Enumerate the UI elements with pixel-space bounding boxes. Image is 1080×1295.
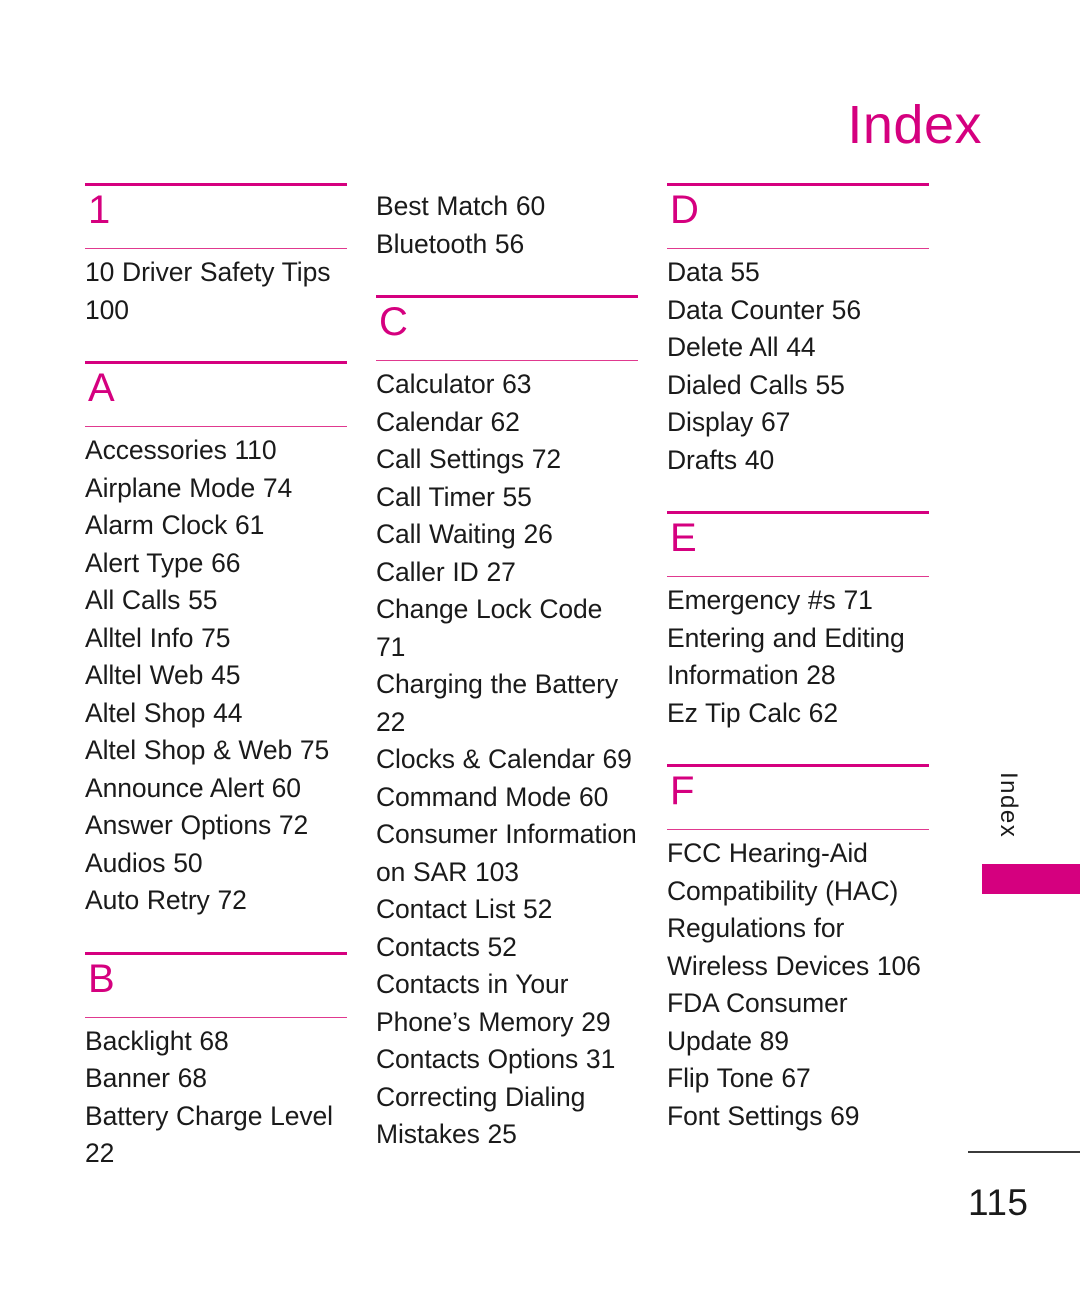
- index-entry[interactable]: Dialed Calls 55: [667, 367, 929, 405]
- index-column: Best Match 60 Bluetooth 56 C Calculator 63 C…: [376, 183, 638, 1164]
- index-entry[interactable]: Answer Options 72: [85, 807, 347, 845]
- index-entry[interactable]: Contacts in Your Phone’s Memory 29: [376, 966, 638, 1041]
- index-entry-list: Data 55 Data Counter 56 Delete All 44 Diale…: [667, 249, 929, 479]
- index-entry[interactable]: Audios 50: [85, 845, 347, 883]
- index-entry[interactable]: Caller ID 27: [376, 554, 638, 592]
- index-entry[interactable]: Command Mode 60: [376, 779, 638, 817]
- index-entry[interactable]: Banner 68: [85, 1060, 347, 1098]
- index-entry-list: Calculator 63 Calendar 62 Call Settings 72…: [376, 361, 638, 1154]
- index-entry[interactable]: Airplane Mode 74: [85, 470, 347, 508]
- index-section-letter: B: [88, 956, 115, 1001]
- index-section-letter: 1: [88, 188, 111, 232]
- index-entry-list: Backlight 68 Banner 68 Battery Charge Leve…: [85, 1018, 347, 1173]
- index-entry-list: Emergency #s 71 Entering and Editing Info…: [667, 577, 929, 732]
- index-columns: 1 10 Driver Safety Tips 100 A Accessories 1…: [85, 183, 930, 1183]
- index-entry[interactable]: Alarm Clock 61: [85, 507, 347, 545]
- index-section-letter: E: [670, 516, 697, 560]
- index-entry[interactable]: Correcting Dialing Mistakes 25: [376, 1079, 638, 1154]
- folio-rule: [968, 1151, 1080, 1153]
- index-section: F FCC Hearing-Aid Compatibility (HAC) Reg…: [667, 764, 929, 1145]
- index-entry[interactable]: Change Lock Code 71: [376, 591, 638, 666]
- index-section-letter: F: [670, 769, 695, 813]
- index-entry[interactable]: Alltel Info 75: [85, 620, 347, 658]
- index-section-letter: D: [670, 188, 699, 232]
- index-section-header: 1: [85, 183, 347, 249]
- index-section: A Accessories 110 Airplane Mode 74 Alarm Cl…: [85, 361, 347, 930]
- index-column: D Data 55 Data Counter 56 Delete All 44 Dial…: [667, 183, 929, 1145]
- index-entry[interactable]: Call Settings 72: [376, 441, 638, 479]
- index-entry[interactable]: Drafts 40: [667, 442, 929, 480]
- index-entry[interactable]: Calendar 62: [376, 404, 638, 442]
- index-entry-list: Best Match 60 Bluetooth 56: [376, 183, 638, 263]
- index-entry[interactable]: Consumer Information on SAR 103: [376, 816, 638, 891]
- index-entry[interactable]: Call Waiting 26: [376, 516, 638, 554]
- index-entry[interactable]: Display 67: [667, 404, 929, 442]
- index-column: 1 10 Driver Safety Tips 100 A Accessories 1…: [85, 183, 347, 1183]
- index-entry[interactable]: Contact List 52: [376, 891, 638, 929]
- index-entry[interactable]: Alltel Web 45: [85, 657, 347, 695]
- index-entry[interactable]: Emergency #s 71: [667, 582, 929, 620]
- index-section: D Data 55 Data Counter 56 Delete All 44 Dial…: [667, 183, 929, 489]
- index-section-header: B: [85, 951, 347, 1018]
- index-entry[interactable]: Battery Charge Level 22: [85, 1098, 347, 1173]
- index-entry[interactable]: Best Match 60: [376, 188, 638, 226]
- index-entry[interactable]: Charging the Battery 22: [376, 666, 638, 741]
- index-entry[interactable]: All Calls 55: [85, 582, 347, 620]
- index-entry[interactable]: Altel Shop 44: [85, 695, 347, 733]
- index-entry[interactable]: Ez Tip Calc 62: [667, 695, 929, 733]
- index-section-letter: C: [379, 300, 408, 344]
- side-tab-label: Index: [995, 772, 1022, 839]
- index-entry[interactable]: Bluetooth 56: [376, 226, 638, 264]
- index-section-letter: A: [88, 366, 115, 410]
- index-section: 1 10 Driver Safety Tips 100: [85, 183, 347, 339]
- index-entry[interactable]: FDA Consumer Update 89: [667, 985, 929, 1060]
- index-section-header: E: [667, 511, 929, 577]
- index-entry[interactable]: Flip Tone 67: [667, 1060, 929, 1098]
- index-entry-list: FCC Hearing-Aid Compatibility (HAC) Regu…: [667, 830, 929, 1135]
- index-entry[interactable]: Auto Retry 72: [85, 882, 347, 920]
- index-entry[interactable]: 10 Driver Safety Tips 100: [85, 254, 347, 329]
- index-entry[interactable]: Calculator 63: [376, 366, 638, 404]
- index-section-header: D: [667, 183, 929, 249]
- index-entry[interactable]: Contacts 52: [376, 929, 638, 967]
- side-tab-block: [982, 864, 1080, 894]
- index-entry[interactable]: Call Timer 55: [376, 479, 638, 517]
- index-entry-list: 10 Driver Safety Tips 100: [85, 249, 347, 329]
- page-title: Index: [847, 95, 982, 156]
- index-entry[interactable]: Delete All 44: [667, 329, 929, 367]
- index-section: B Backlight 68 Banner 68 Battery Charge Lev…: [85, 951, 347, 1183]
- index-entry[interactable]: Backlight 68: [85, 1023, 347, 1061]
- index-entry[interactable]: Data 55: [667, 254, 929, 292]
- index-section-header: A: [85, 361, 347, 427]
- index-section-header: F: [667, 764, 929, 830]
- index-section: Best Match 60 Bluetooth 56: [376, 183, 638, 273]
- index-entry[interactable]: Font Settings 69: [667, 1098, 929, 1136]
- index-entry[interactable]: Clocks & Calendar 69: [376, 741, 638, 779]
- index-section: E Emergency #s 71 Entering and Editing Inf…: [667, 511, 929, 742]
- index-entry[interactable]: Data Counter 56: [667, 292, 929, 330]
- index-section: C Calculator 63 Calendar 62 Call Settings 7…: [376, 295, 638, 1164]
- index-entry[interactable]: Altel Shop & Web 75: [85, 732, 347, 770]
- index-entry[interactable]: Entering and Editing Information 28: [667, 620, 929, 695]
- index-entry[interactable]: Announce Alert 60: [85, 770, 347, 808]
- index-entry-list: Accessories 110 Airplane Mode 74 Alarm Clo…: [85, 427, 347, 920]
- index-entry[interactable]: FCC Hearing-Aid Compatibility (HAC) Regu…: [667, 835, 929, 985]
- page-number: 115: [968, 1182, 1029, 1223]
- index-entry[interactable]: Accessories 110: [85, 432, 347, 470]
- index-section-header: C: [376, 295, 638, 361]
- index-entry[interactable]: Contacts Options 31: [376, 1041, 638, 1079]
- index-entry[interactable]: Alert Type 66: [85, 545, 347, 583]
